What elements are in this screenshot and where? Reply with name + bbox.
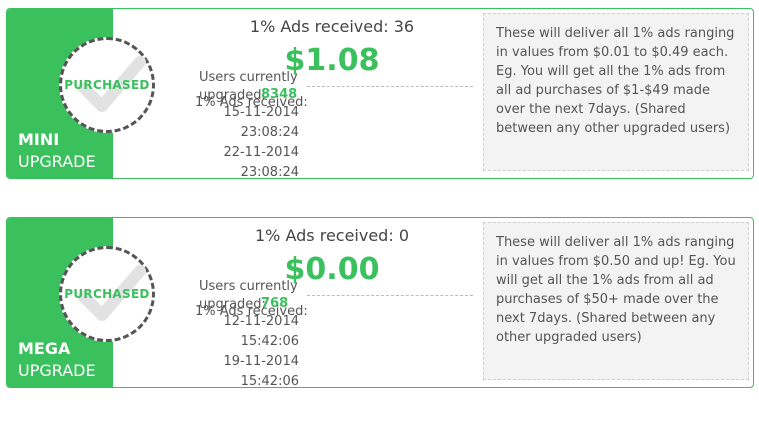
tier-name-line2: UPGRADE	[18, 361, 96, 380]
end-date: 22-11-2014	[223, 145, 299, 160]
divider	[307, 86, 473, 87]
tier-name-line1: MEGA	[18, 339, 71, 358]
stamp-label: PURCHASED	[64, 78, 150, 92]
description-box: These will deliver all 1% ads ranging in…	[483, 13, 749, 171]
tier-name: MINI UPGRADE	[18, 129, 96, 173]
purchased-stamp: PURCHASED	[59, 37, 155, 133]
start-time: 15:42:06	[240, 334, 299, 349]
mini-upgrade-card: PURCHASED MINI UPGRADE 1% Ads received: …	[6, 8, 754, 179]
end-date: 19-11-2014	[223, 354, 299, 369]
stamp-label: PURCHASED	[64, 287, 150, 301]
description-box: These will deliver all 1% ads ranging in…	[483, 222, 749, 380]
tier-name-line1: MINI	[18, 130, 60, 149]
start-date: 15-11-2014	[223, 105, 299, 120]
end-time: 23:08:24	[240, 165, 299, 179]
start-date: 12-11-2014	[223, 314, 299, 329]
divider	[307, 295, 473, 296]
date-range: 15-11-2014 23:08:24 22-11-2014 23:08:24	[207, 103, 299, 179]
tier-name-line2: UPGRADE	[18, 152, 96, 171]
end-time: 15:42:06	[240, 374, 299, 388]
date-range: 12-11-2014 15:42:06 19-11-2014 15:42:06	[207, 312, 299, 388]
ads-received-title: 1% Ads received: 36	[249, 17, 415, 36]
tier-name: MEGA UPGRADE	[18, 338, 96, 382]
mega-upgrade-card: PURCHASED MEGA UPGRADE 1% Ads received: …	[6, 217, 754, 388]
start-time: 23:08:24	[240, 125, 299, 140]
purchased-stamp: PURCHASED	[59, 246, 155, 342]
ads-received-title: 1% Ads received: 0	[255, 226, 409, 245]
